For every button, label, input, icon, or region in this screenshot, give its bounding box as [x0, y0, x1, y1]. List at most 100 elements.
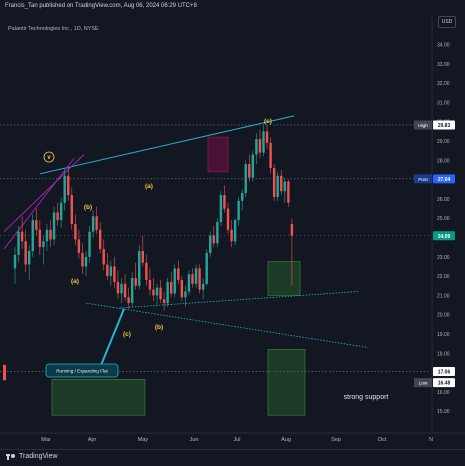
candle-body: [216, 222, 219, 244]
price-axis[interactable]: 34.0033.0032.0031.0030.0029.0028.0027.00…: [414, 14, 455, 433]
candle-body: [233, 220, 237, 242]
candle-body: [170, 281, 173, 294]
price-tag-value: 27.04: [438, 177, 451, 183]
price-tick-label: 20.00: [437, 313, 450, 319]
candle-body: [287, 181, 290, 203]
candle-body: [269, 142, 272, 169]
price-tick-label: 23.00: [437, 255, 450, 261]
candle-body: [262, 131, 265, 153]
candle-body: [251, 154, 255, 178]
publisher-text: Francis_Tan published on TradingView.com…: [5, 3, 197, 9]
candle-body: [49, 229, 52, 240]
price-tick-label: 25.00: [437, 216, 450, 222]
candle-body: [113, 266, 116, 282]
support-zone-box-left: [51, 379, 146, 416]
candle-body: [209, 235, 212, 253]
candle-body: [56, 212, 59, 221]
resistance-zone-box: [207, 136, 229, 173]
candle-body: [28, 251, 31, 265]
time-tick-label: Jun: [190, 437, 199, 443]
wave-label: v: [47, 155, 51, 161]
candle-body: [187, 274, 191, 292]
callout-text: Running / Expanding Flat: [56, 369, 108, 374]
wave-label: (c): [123, 331, 131, 338]
candle-body: [283, 181, 286, 192]
price-tick-label: 15.00: [437, 409, 450, 415]
candle-body: [70, 195, 73, 224]
candle-body: [81, 252, 84, 267]
candles: [3, 124, 294, 381]
time-tick-label: Apr: [88, 437, 97, 443]
price-tick-label: 31.00: [437, 100, 450, 106]
candle-body: [42, 241, 45, 248]
wave-label: (a): [145, 183, 153, 190]
candle-body: [191, 274, 194, 284]
time-tick-label: Jul: [233, 437, 240, 443]
candle-body: [45, 229, 49, 242]
candle-body: [255, 139, 258, 155]
candle-body: [123, 283, 127, 298]
price-tick-label: 22.00: [437, 274, 450, 280]
candle-body: [276, 175, 279, 197]
time-tick-label: Oct: [378, 437, 387, 443]
candle-body: [226, 208, 230, 230]
candle-body: [106, 264, 109, 277]
candle-body: [244, 164, 247, 194]
price-tick-label: 29.00: [437, 139, 450, 145]
candle-body: [201, 283, 205, 290]
price-tick-label: 32.00: [437, 81, 450, 87]
price-tick-label: 26.00: [437, 197, 450, 203]
price-tag-name: Post: [418, 177, 428, 183]
callout-pointer: [97, 308, 125, 373]
tradingview-logo[interactable]: TradingView: [6, 453, 58, 460]
price-tag-value: 24.09: [438, 234, 451, 240]
candle-body: [241, 193, 244, 201]
candle-body: [272, 168, 276, 197]
header-bar: Francis_Tan published on TradingView.com…: [0, 0, 465, 14]
candle-body: [280, 175, 283, 192]
candle-body: [166, 281, 169, 304]
candle-body: [88, 231, 91, 257]
candle-body: [152, 289, 155, 296]
candle-body: [59, 202, 63, 221]
candle-body: [91, 216, 95, 232]
price-tag-value: 17.06: [438, 369, 451, 375]
candle-body: [74, 223, 77, 240]
time-tick-label: N: [429, 437, 433, 443]
price-tick-label: 28.00: [437, 158, 450, 164]
time-tick-label: Mar: [41, 437, 51, 443]
time-axis[interactable]: Mar Apr May Jun Jul Aug Sep Oct N: [0, 432, 465, 443]
time-tick-label: Sep: [331, 437, 341, 443]
trend-lines: [3, 115, 369, 373]
wave-label: (b): [84, 204, 92, 211]
candle-body: [180, 279, 184, 298]
price-tick-label: 16.00: [437, 390, 450, 396]
candle-body: [138, 251, 141, 286]
candle-body: [63, 175, 66, 203]
offscreen-candle-marker: [3, 364, 6, 381]
chart-root: Palantir Technologies Inc., 1D, NYSE v (b…: [0, 0, 465, 466]
time-tick-label: Aug: [281, 437, 291, 443]
candle-body: [248, 164, 251, 178]
candle-body: [120, 283, 123, 294]
candle-body: [134, 278, 137, 286]
price-tick-label: 21.00: [437, 293, 450, 299]
candle-body: [127, 297, 130, 304]
candle-body: [290, 223, 294, 236]
candle-body: [212, 235, 215, 244]
price-chart[interactable]: Palantir Technologies Inc., 1D, NYSE v (b…: [0, 0, 465, 465]
candle-body: [67, 175, 70, 196]
candle-body: [13, 254, 17, 269]
candle-body: [198, 268, 201, 290]
candle-body: [145, 262, 148, 280]
candle-body: [155, 287, 159, 296]
candle-body: [141, 251, 144, 263]
candle-body: [95, 216, 98, 230]
support-label: strong support: [344, 394, 389, 401]
tradingview-icon: [6, 453, 16, 460]
currency-button[interactable]: USD: [438, 16, 456, 28]
candle-body: [84, 256, 88, 267]
price-tick-label: 34.00: [437, 43, 450, 49]
candle-body: [237, 200, 240, 221]
candle-body: [77, 239, 81, 253]
